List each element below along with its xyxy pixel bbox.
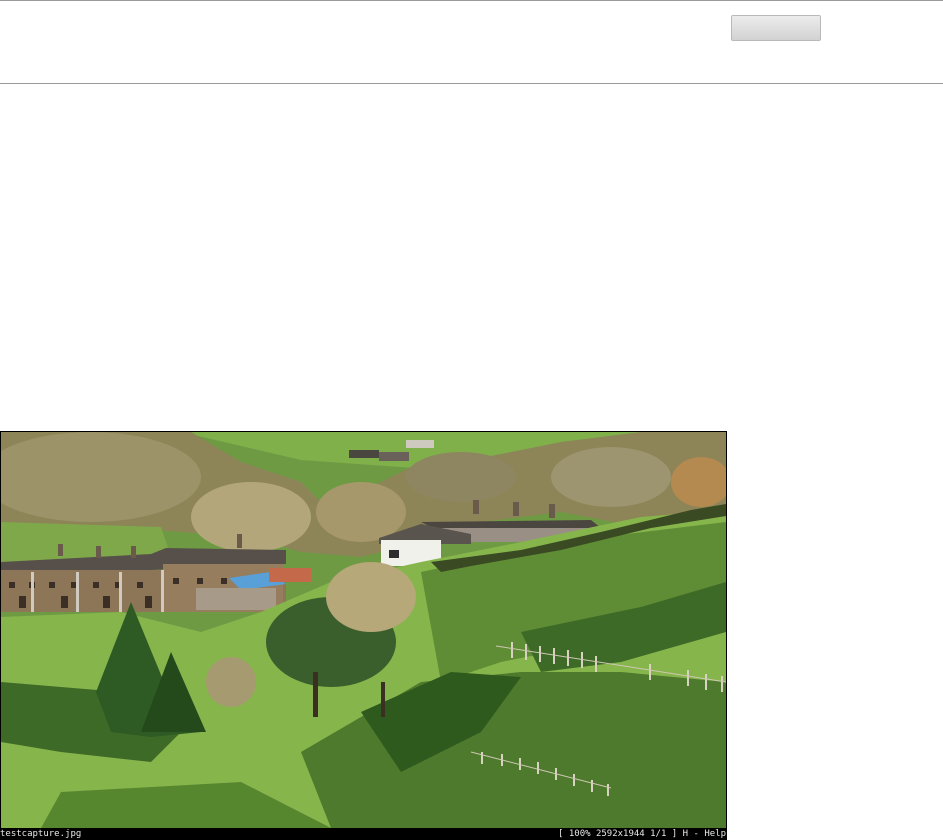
- filename-label: testcapture.jpg: [0, 829, 82, 839]
- landscape-photo: [1, 432, 726, 828]
- image-viewer-window[interactable]: testcapture.jpg [ 100% 2592x1944 1/1 ] H…: [0, 431, 727, 840]
- status-bar: testcapture.jpg [ 100% 2592x1944 1/1 ] H…: [0, 829, 727, 840]
- toolbar-button[interactable]: [731, 15, 821, 41]
- status-info: [ 100% 2592x1944 1/1 ] H - Help: [558, 829, 726, 839]
- header-divider: [0, 83, 943, 84]
- header-bar: [0, 1, 943, 83]
